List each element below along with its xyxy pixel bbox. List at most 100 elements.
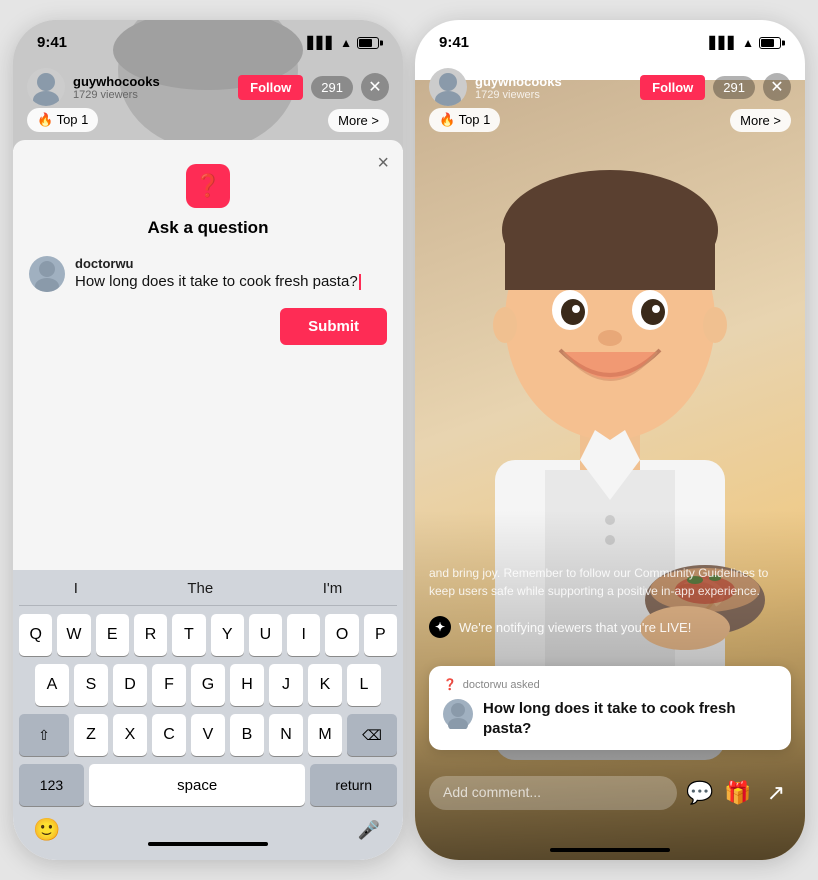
key-l[interactable]: L xyxy=(347,664,381,706)
modal-close-button[interactable]: × xyxy=(377,152,389,175)
username-label: guywhocooks xyxy=(73,74,230,89)
question-card-header: ❓ doctorwu asked xyxy=(443,678,777,691)
viewers-label: 1729 viewers xyxy=(73,89,230,101)
key-g[interactable]: G xyxy=(191,664,225,706)
key-i[interactable]: I xyxy=(287,614,320,656)
emoji-key[interactable]: 🙂 xyxy=(27,810,67,850)
question-card-text: How long does it take to cook fresh past… xyxy=(483,699,777,738)
predictive-word-1[interactable]: I xyxy=(74,578,78,599)
left-phone: 9:41 ▋▋▋ ▲ guywhocooks 1729 viewers Foll… xyxy=(13,20,403,860)
viewer-count-right: 291 xyxy=(713,76,755,99)
question-asker-label: doctorwu asked xyxy=(463,679,540,691)
key-n[interactable]: N xyxy=(269,714,303,756)
viewer-count: 291 xyxy=(311,76,353,99)
status-time: 9:41 xyxy=(37,34,67,51)
user-info: guywhocooks 1729 viewers xyxy=(73,74,230,101)
key-m[interactable]: M xyxy=(308,714,342,756)
close-button-right[interactable]: ✕ xyxy=(763,73,791,101)
key-o[interactable]: O xyxy=(325,614,358,656)
key-x[interactable]: X xyxy=(113,714,147,756)
gift-icon[interactable]: 🎁 xyxy=(723,778,753,808)
question-text: How long does it take to cook fresh past… xyxy=(75,273,387,290)
key-e[interactable]: E xyxy=(96,614,129,656)
live-note-text: We're notifying viewers that you're LIVE… xyxy=(459,620,691,635)
key-f[interactable]: F xyxy=(152,664,186,706)
notification-text: and bring joy. Remember to follow our Co… xyxy=(429,564,791,600)
signal-icon-right: ▋▋▋ xyxy=(709,36,737,50)
key-j[interactable]: J xyxy=(269,664,303,706)
predictive-row: I The I'm xyxy=(19,578,397,606)
asker-username: doctorwu xyxy=(75,256,387,271)
status-time-right: 9:41 xyxy=(439,34,469,51)
header-bar-right: guywhocooks 1729 viewers Follow 291 ✕ xyxy=(415,60,805,114)
key-s[interactable]: S xyxy=(74,664,108,706)
question-card-avatar xyxy=(443,699,473,729)
comment-bar: Add comment... 💬 🎁 ↗ xyxy=(429,776,791,810)
key-b[interactable]: B xyxy=(230,714,264,756)
question-card: ❓ doctorwu asked How long does it take t… xyxy=(429,666,791,750)
top-bar: 🔥 Top 1 More > xyxy=(13,108,403,132)
wifi-icon-right: ▲ xyxy=(742,36,754,50)
modal-title: Ask a question xyxy=(29,218,387,238)
keyboard-row-3: ⇧ Z X C V B N M ⌫ xyxy=(19,714,397,756)
question-card-icon: ❓ xyxy=(443,678,457,691)
signal-icon: ▋▋▋ xyxy=(307,36,335,50)
predictive-word-2[interactable]: The xyxy=(187,578,213,599)
question-icon: ❓ xyxy=(186,164,230,208)
key-h[interactable]: H xyxy=(230,664,264,706)
share-icon[interactable]: ↗ xyxy=(761,778,791,808)
close-button[interactable]: ✕ xyxy=(361,73,389,101)
battery-icon-right xyxy=(759,37,781,49)
key-v[interactable]: V xyxy=(191,714,225,756)
key-d[interactable]: D xyxy=(113,664,147,706)
key-q[interactable]: Q xyxy=(19,614,52,656)
shift-key[interactable]: ⇧ xyxy=(19,714,69,756)
right-phone: 9:41 ▋▋▋ ▲ guywhocooks 1729 viewers Foll… xyxy=(415,20,805,860)
status-icons: ▋▋▋ ▲ xyxy=(307,36,379,50)
status-icons-right: ▋▋▋ ▲ xyxy=(709,36,781,50)
key-c[interactable]: C xyxy=(152,714,186,756)
question-card-body: How long does it take to cook fresh past… xyxy=(443,699,777,738)
status-bar: 9:41 ▋▋▋ ▲ xyxy=(13,20,403,57)
submit-area: Submit xyxy=(29,308,387,345)
predictive-word-3[interactable]: I'm xyxy=(323,578,343,599)
more-badge[interactable]: More > xyxy=(328,109,389,132)
keyboard-row-2: A S D F G H J K L xyxy=(19,664,397,706)
key-k[interactable]: K xyxy=(308,664,342,706)
header-bar: guywhocooks 1729 viewers Follow 291 ✕ xyxy=(13,60,403,114)
status-bar-right: 9:41 ▋▋▋ ▲ xyxy=(415,20,805,57)
avatar xyxy=(27,68,65,106)
key-u[interactable]: U xyxy=(249,614,282,656)
follow-button[interactable]: Follow xyxy=(238,75,303,100)
backspace-key[interactable]: ⌫ xyxy=(347,714,397,756)
space-key[interactable]: space xyxy=(89,764,305,806)
top-bar-right: 🔥 Top 1 More > xyxy=(415,108,805,132)
key-t[interactable]: T xyxy=(172,614,205,656)
key-y[interactable]: Y xyxy=(211,614,244,656)
submit-button[interactable]: Submit xyxy=(280,308,387,345)
text-cursor xyxy=(359,274,361,290)
key-p[interactable]: P xyxy=(364,614,397,656)
num-key[interactable]: 123 xyxy=(19,764,84,806)
avatar-right xyxy=(429,68,467,106)
live-notification: ✦ We're notifying viewers that you're LI… xyxy=(429,616,791,638)
user-info-right: guywhocooks 1729 viewers xyxy=(475,74,632,101)
key-w[interactable]: W xyxy=(57,614,90,656)
follow-button-right[interactable]: Follow xyxy=(640,75,705,100)
keyboard-bottom-row: 123 space return xyxy=(19,764,397,806)
comment-placeholder[interactable]: Add comment... xyxy=(443,784,541,800)
key-a[interactable]: A xyxy=(35,664,69,706)
battery-icon xyxy=(357,37,379,49)
tiktok-logo: ✦ xyxy=(429,616,451,638)
asker-avatar xyxy=(29,256,65,292)
key-r[interactable]: R xyxy=(134,614,167,656)
question-text-block: doctorwu How long does it take to cook f… xyxy=(75,256,387,290)
return-key[interactable]: return xyxy=(310,764,397,806)
more-badge-right[interactable]: More > xyxy=(730,109,791,132)
key-z[interactable]: Z xyxy=(74,714,108,756)
home-bar-right xyxy=(550,848,670,852)
keyboard-row-1: Q W E R T Y U I O P xyxy=(19,614,397,656)
microphone-key[interactable]: 🎤 xyxy=(349,810,389,850)
comment-icon[interactable]: 💬 xyxy=(685,778,715,808)
keyboard: I The I'm Q W E R T Y U I O P A S D xyxy=(13,570,403,860)
